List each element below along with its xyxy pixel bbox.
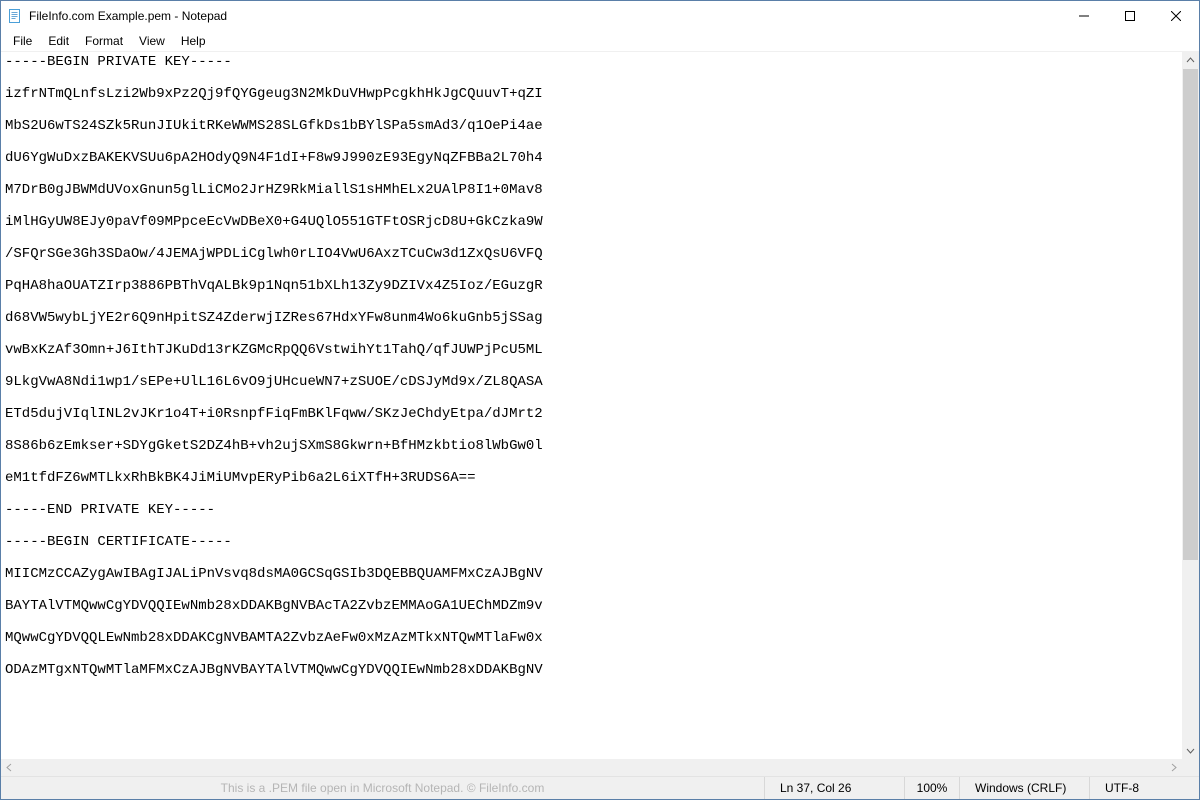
vertical-scrollbar[interactable] (1182, 52, 1199, 759)
status-zoom: 100% (904, 777, 959, 799)
window-controls (1061, 1, 1199, 31)
scroll-corner (1182, 759, 1199, 776)
statusbar: This is a .PEM file open in Microsoft No… (1, 776, 1199, 799)
menu-view[interactable]: View (131, 33, 173, 49)
text-editor[interactable]: -----BEGIN PRIVATE KEY----- izfrNTmQLnfs… (1, 52, 1182, 759)
scroll-down-button[interactable] (1182, 742, 1199, 759)
status-eol: Windows (CRLF) (959, 777, 1089, 799)
menu-file[interactable]: File (5, 33, 40, 49)
window-title: FileInfo.com Example.pem - Notepad (29, 9, 1061, 23)
scroll-right-button[interactable] (1165, 759, 1182, 776)
editor-area: -----BEGIN PRIVATE KEY----- izfrNTmQLnfs… (1, 51, 1199, 776)
notepad-icon (7, 8, 23, 24)
scroll-up-button[interactable] (1182, 52, 1199, 69)
maximize-button[interactable] (1107, 1, 1153, 31)
minimize-button[interactable] (1061, 1, 1107, 31)
vertical-scroll-thumb[interactable] (1183, 69, 1198, 560)
close-button[interactable] (1153, 1, 1199, 31)
menubar: File Edit Format View Help (1, 31, 1199, 51)
menu-help[interactable]: Help (173, 33, 214, 49)
scroll-left-button[interactable] (1, 759, 18, 776)
notepad-window: FileInfo.com Example.pem - Notepad File … (0, 0, 1200, 800)
horizontal-scroll-track[interactable] (18, 759, 1165, 776)
horizontal-scrollbar[interactable] (1, 759, 1182, 776)
status-caption: This is a .PEM file open in Microsoft No… (1, 781, 764, 795)
status-encoding: UTF-8 (1089, 777, 1199, 799)
menu-edit[interactable]: Edit (40, 33, 77, 49)
vertical-scroll-track[interactable] (1182, 69, 1199, 742)
status-position: Ln 37, Col 26 (764, 777, 904, 799)
menu-format[interactable]: Format (77, 33, 131, 49)
titlebar: FileInfo.com Example.pem - Notepad (1, 1, 1199, 31)
